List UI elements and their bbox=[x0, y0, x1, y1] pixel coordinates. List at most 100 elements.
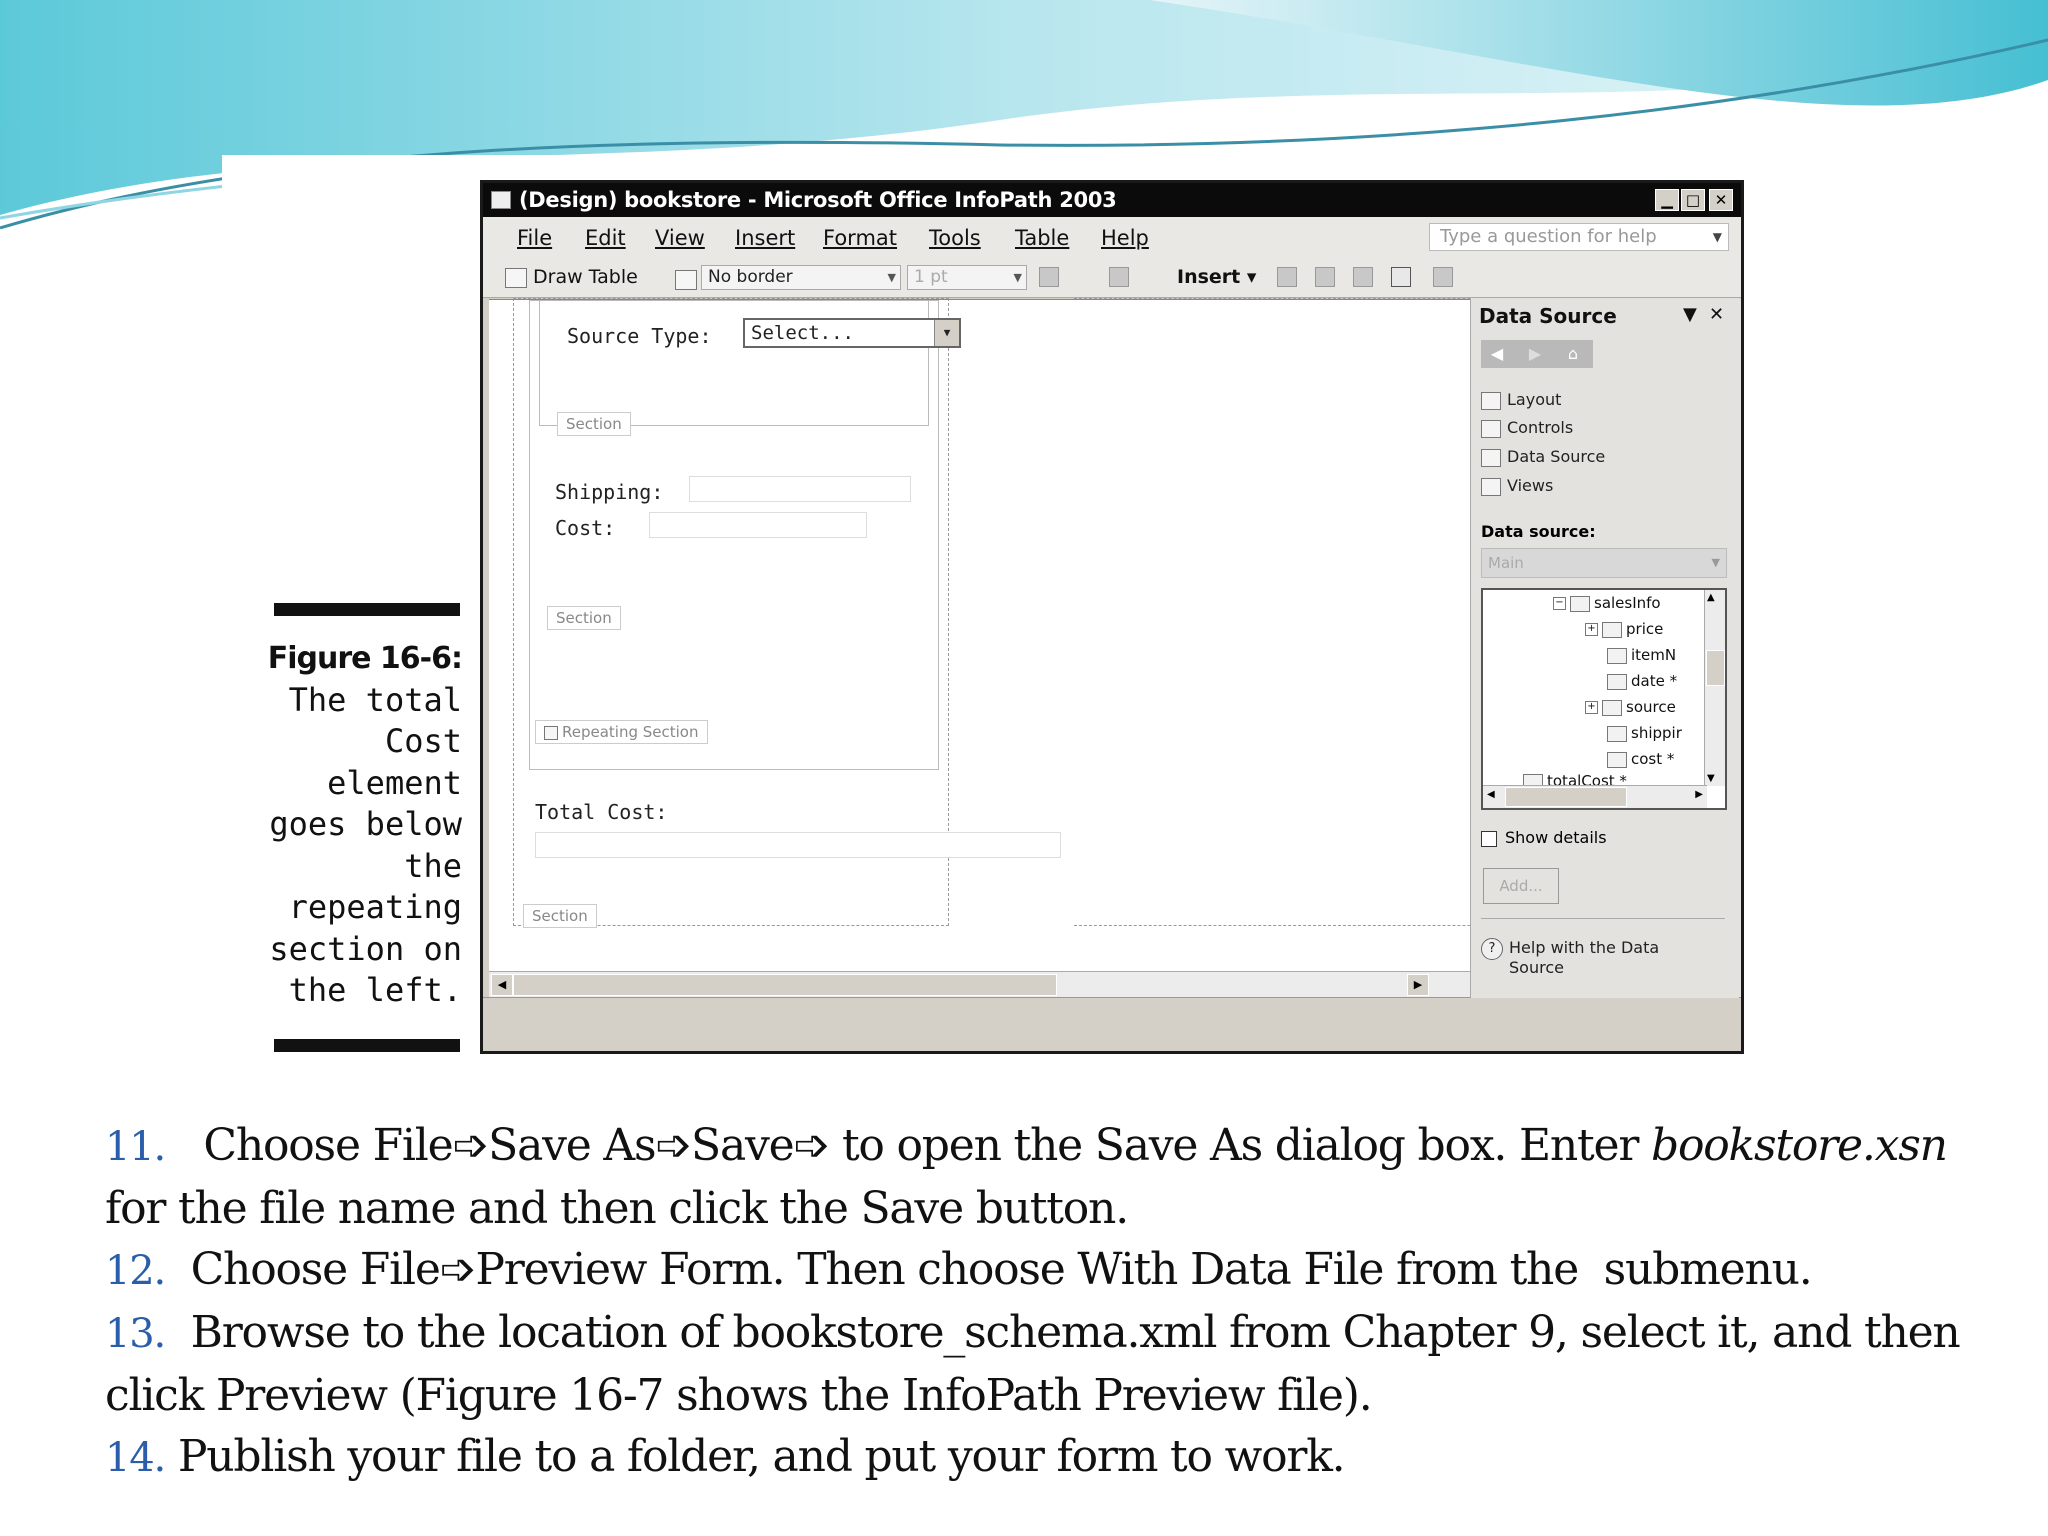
data-source-value: Main bbox=[1488, 554, 1524, 572]
pencil-table-icon bbox=[505, 267, 527, 288]
collapse-icon[interactable]: − bbox=[1553, 597, 1566, 610]
draw-table-button[interactable]: Draw Table bbox=[505, 264, 638, 290]
scroll-thumb[interactable] bbox=[1505, 787, 1627, 807]
tree-vertical-scrollbar[interactable]: ▲ ▼ bbox=[1704, 590, 1725, 786]
chevron-down-icon: ▼ bbox=[1711, 556, 1720, 569]
scroll-thumb[interactable] bbox=[1706, 650, 1725, 686]
tree-node-cost[interactable]: cost * bbox=[1607, 750, 1674, 768]
menu-bar: File Edit View Insert Format Tools Table… bbox=[483, 217, 1741, 257]
checkbox-box[interactable] bbox=[1481, 830, 1497, 847]
caption-line: repeating bbox=[288, 888, 462, 926]
caption-rule-bottom bbox=[274, 1039, 460, 1052]
table-properties-icon[interactable] bbox=[1391, 267, 1411, 287]
scroll-right-arrow-icon[interactable]: ▶ bbox=[1695, 789, 1703, 800]
maximize-button[interactable]: □ bbox=[1681, 189, 1705, 211]
tree-node-itemn[interactable]: itemN bbox=[1607, 646, 1676, 664]
shipping-field[interactable] bbox=[689, 476, 911, 502]
app-icon bbox=[491, 191, 511, 209]
chevron-down-icon[interactable]: ▼ bbox=[1683, 304, 1697, 325]
forward-icon[interactable]: ▶ bbox=[1523, 342, 1547, 366]
tree-node-date[interactable]: date * bbox=[1607, 672, 1677, 690]
show-details-label: Show details bbox=[1505, 828, 1607, 847]
toolbar-options-icon[interactable] bbox=[1433, 267, 1453, 287]
task-link-data-source[interactable]: Data Source bbox=[1481, 447, 1605, 467]
tree-node-source[interactable]: + source bbox=[1585, 698, 1676, 716]
task-link-views[interactable]: Views bbox=[1481, 476, 1553, 496]
repeating-section-icon bbox=[544, 725, 558, 740]
cost-field[interactable] bbox=[649, 512, 867, 538]
insert-columns-icon[interactable] bbox=[1315, 267, 1335, 287]
close-icon[interactable]: ✕ bbox=[1709, 304, 1724, 325]
shading-color-icon[interactable] bbox=[1109, 267, 1129, 287]
field-icon bbox=[1607, 751, 1627, 768]
controls-icon bbox=[1481, 419, 1501, 438]
caption-rule-top bbox=[274, 603, 460, 616]
border-color-icon[interactable] bbox=[1039, 267, 1059, 287]
tree-horizontal-scrollbar[interactable]: ◀ ▶ bbox=[1483, 785, 1707, 808]
views-icon bbox=[1481, 477, 1501, 496]
divider bbox=[1481, 918, 1725, 919]
section-tag: Section bbox=[523, 904, 597, 928]
menu-view[interactable]: View bbox=[655, 226, 705, 250]
field-icon bbox=[1607, 647, 1627, 664]
scroll-left-arrow-icon[interactable]: ◀ bbox=[1487, 789, 1495, 800]
chevron-down-icon: ▼ bbox=[1712, 230, 1722, 244]
back-icon[interactable]: ◀ bbox=[1485, 342, 1509, 366]
tree-node-salesinfo[interactable]: − salesInfo bbox=[1553, 594, 1661, 612]
caption-line: element bbox=[327, 763, 462, 802]
border-style-select[interactable]: No border ▼ bbox=[701, 265, 901, 290]
scroll-thumb[interactable] bbox=[513, 974, 1057, 996]
menu-file[interactable]: File bbox=[517, 226, 552, 250]
title-bar: (Design) bookstore - Microsoft Office In… bbox=[483, 183, 1741, 217]
expand-icon[interactable]: + bbox=[1585, 623, 1598, 636]
border-width-select[interactable]: 1 pt ▼ bbox=[907, 265, 1027, 290]
scroll-right-arrow-icon[interactable]: ▶ bbox=[1407, 974, 1429, 996]
menu-table[interactable]: Table bbox=[1015, 226, 1069, 250]
task-link-controls[interactable]: Controls bbox=[1481, 418, 1573, 438]
border-style-value: No border bbox=[708, 267, 793, 287]
scroll-up-arrow-icon[interactable]: ▲ bbox=[1707, 592, 1715, 603]
task-link-label: Controls bbox=[1507, 418, 1574, 437]
close-button[interactable]: ✕ bbox=[1709, 189, 1733, 211]
tree-node-shipping[interactable]: shippir bbox=[1607, 724, 1682, 742]
insert-rows-icon[interactable] bbox=[1277, 267, 1297, 287]
step-number: 12. bbox=[105, 1248, 166, 1294]
menu-format[interactable]: Format bbox=[823, 226, 897, 250]
minimize-button[interactable]: ▁ bbox=[1655, 189, 1679, 211]
data-source-tree[interactable]: − salesInfo + price itemN date * + source s… bbox=[1481, 588, 1727, 810]
menu-tools[interactable]: Tools bbox=[929, 226, 981, 250]
menu-insert[interactable]: Insert bbox=[735, 226, 795, 250]
menu-help[interactable]: Help bbox=[1101, 226, 1149, 250]
task-pane-panel: Data Source ▼ ✕ ◀ ▶ ⌂ Layout Controls Da… bbox=[1470, 298, 1739, 998]
total-cost-field[interactable] bbox=[535, 832, 1061, 858]
table-toolbar: Draw Table No border ▼ 1 pt ▼ Insert ▾ bbox=[483, 257, 1741, 298]
help-question-box[interactable]: Type a question for help ▼ bbox=[1429, 223, 1729, 251]
help-data-source-link[interactable]: ? Help with the Data Source bbox=[1481, 938, 1709, 978]
chevron-down-icon: ▼ bbox=[1013, 271, 1022, 284]
add-button[interactable]: Add... bbox=[1483, 868, 1559, 904]
task-link-label: Data Source bbox=[1507, 447, 1606, 466]
data-source-select[interactable]: Main ▼ bbox=[1481, 548, 1727, 578]
insert-menu-button[interactable]: Insert ▾ bbox=[1177, 264, 1256, 290]
instruction-steps: 11. Choose File➩Save As➩Save➩ to open th… bbox=[105, 1115, 1965, 1489]
repeating-section-label: Repeating Section bbox=[562, 723, 699, 741]
task-link-layout[interactable]: Layout bbox=[1481, 390, 1561, 410]
form-design-canvas[interactable]: Source Type: Select... ▼ Section Shippin… bbox=[489, 298, 1580, 972]
field-icon bbox=[1607, 725, 1627, 742]
show-details-checkbox[interactable]: Show details bbox=[1481, 828, 1607, 847]
tree-node-price[interactable]: + price bbox=[1585, 620, 1663, 638]
step-text: Choose File➩Preview Form. Then choose Wi… bbox=[190, 1244, 1813, 1295]
step-number: 13. bbox=[105, 1311, 166, 1357]
scroll-left-arrow-icon[interactable]: ◀ bbox=[491, 974, 513, 996]
delete-cells-icon[interactable] bbox=[1353, 267, 1373, 287]
status-bar bbox=[483, 997, 1741, 1051]
layout-icon bbox=[1481, 391, 1501, 410]
total-cost-label: Total Cost: bbox=[535, 800, 668, 824]
task-pane-nav: ◀ ▶ ⌂ bbox=[1481, 340, 1593, 368]
home-icon[interactable]: ⌂ bbox=[1561, 342, 1585, 366]
source-type-select[interactable]: Select... ▼ bbox=[743, 318, 961, 348]
scroll-down-arrow-icon[interactable]: ▼ bbox=[1707, 773, 1715, 784]
canvas-horizontal-scrollbar[interactable]: ◀ ▶ bbox=[489, 971, 1605, 998]
expand-icon[interactable]: + bbox=[1585, 701, 1598, 714]
menu-edit[interactable]: Edit bbox=[585, 226, 626, 250]
